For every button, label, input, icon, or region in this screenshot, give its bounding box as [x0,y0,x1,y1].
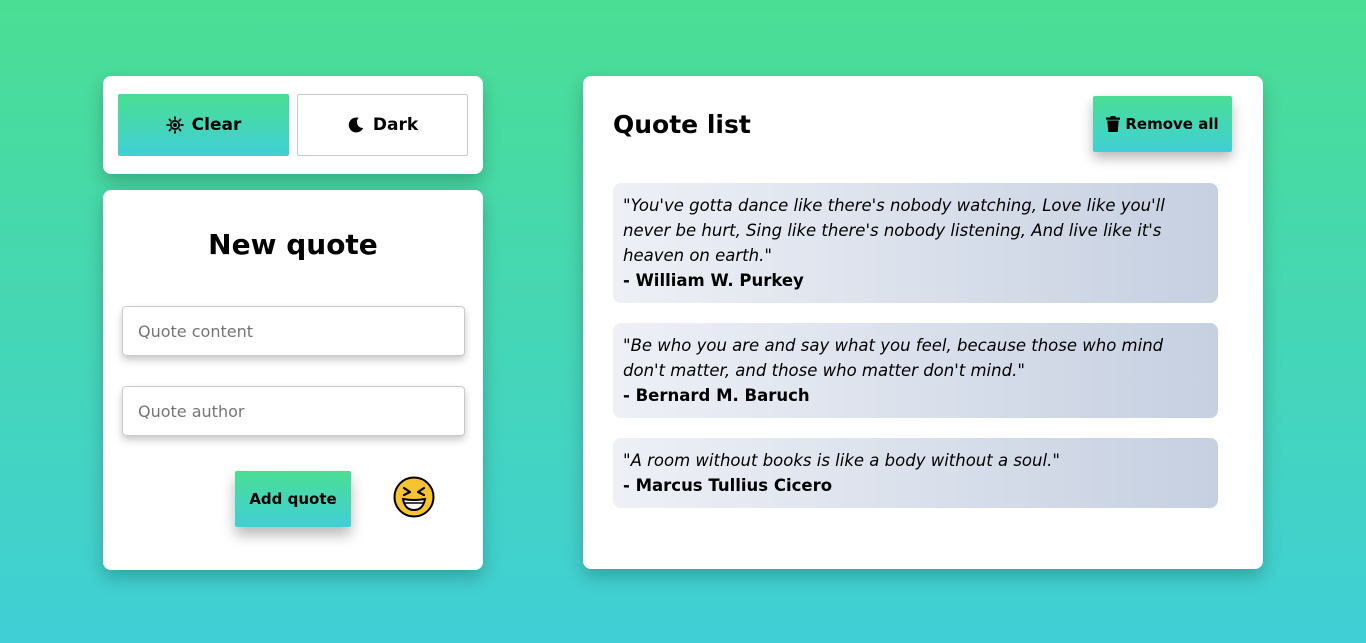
new-quote-title: New quote [208,228,378,261]
remove-all-button[interactable]: Remove all [1093,96,1232,152]
add-quote-button[interactable]: Add quote [235,471,351,527]
sun-icon [165,116,184,134]
new-quote-card: New quote Add quote [103,190,483,570]
quote-author: - William W. Purkey [623,271,804,290]
moon-icon [348,117,363,133]
quote-item: "Be who you are and say what you feel, b… [613,323,1218,418]
laughing-face-icon[interactable] [393,476,435,518]
quote-content-input[interactable] [122,306,465,356]
trash-icon [1106,116,1121,132]
quote-list-title: Quote list [613,110,751,139]
clear-theme-label: Clear [191,115,242,135]
dark-theme-button[interactable]: Dark [297,94,468,156]
theme-card: Clear Dark [103,76,483,174]
quote-text: Be who you are and say what you feel, be… [623,336,1164,380]
quote-text: You've gotta dance like there's nobody w… [623,196,1165,265]
quote-content: "You've gotta dance like there's nobody … [623,196,1165,265]
quote-item: "A room without books is like a body wit… [613,438,1218,508]
quote-content: "Be who you are and say what you feel, b… [623,336,1164,380]
quote-text: A room without books is like a body with… [630,451,1053,470]
quote-item: "You've gotta dance like there's nobody … [613,183,1218,303]
quote-author: - Marcus Tullius Cicero [623,476,833,495]
quote-author: - Bernard M. Baruch [623,386,810,405]
dark-theme-label: Dark [372,115,419,135]
remove-all-label: Remove all [1125,115,1219,133]
clear-theme-button[interactable]: Clear [118,94,289,156]
quote-list-card: Quote list Remove all "You've gotta danc… [583,76,1263,569]
quote-content: "A room without books is like a body wit… [623,451,1060,470]
quote-author-input[interactable] [122,386,465,436]
